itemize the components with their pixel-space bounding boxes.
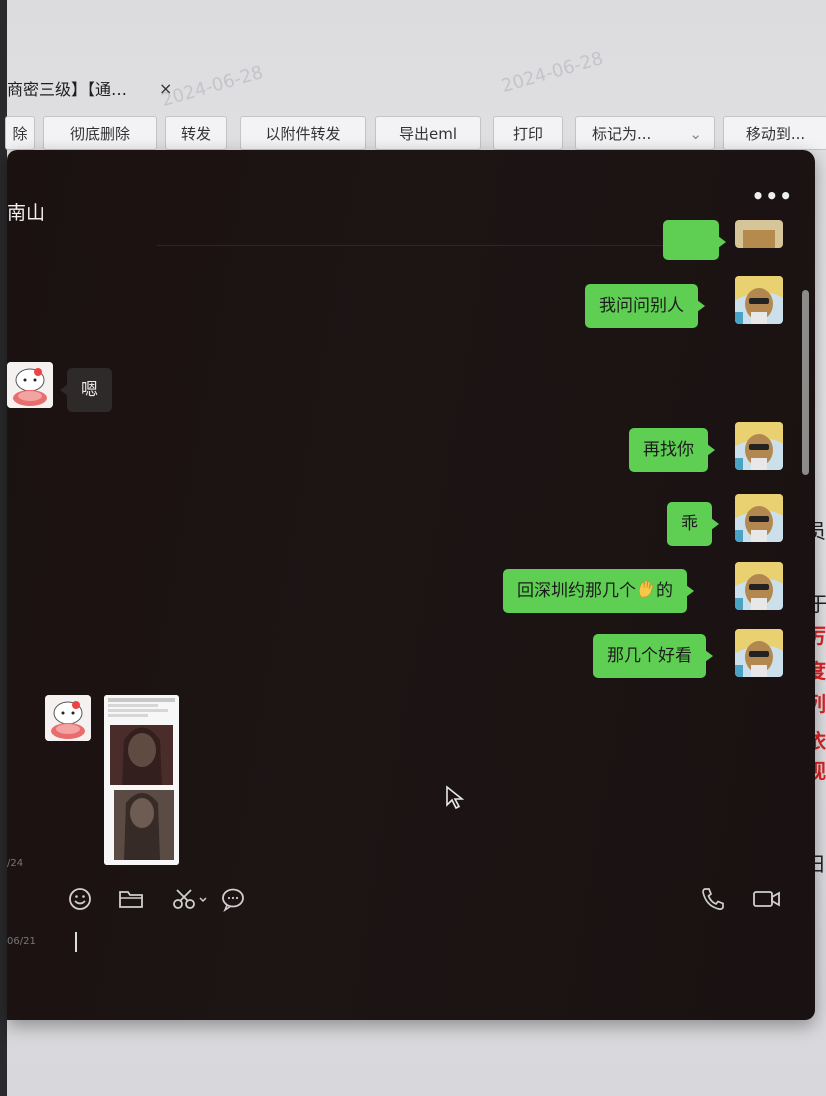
avatar-image [735, 276, 783, 324]
message-text: 乖 [681, 514, 698, 534]
avatar-other[interactable] [7, 362, 53, 408]
header-divider [157, 245, 717, 246]
avatar-me[interactable] [735, 276, 783, 324]
message-text: 的 [656, 581, 673, 601]
date-label: 06/21 [7, 936, 36, 947]
message-text: 我问问别人 [599, 296, 684, 316]
message-bubble[interactable]: 乖 [667, 502, 719, 546]
scrollbar[interactable] [802, 290, 809, 475]
image-message[interactable] [104, 695, 179, 865]
print-button[interactable]: 打印 [493, 116, 563, 150]
chat-bubble-icon[interactable] [219, 886, 247, 912]
avatar-me[interactable] [735, 422, 783, 470]
video-icon[interactable] [751, 886, 783, 912]
message-bubble[interactable]: 再找你 [629, 428, 715, 472]
permanent-delete-button[interactable]: 彻底删除 [43, 116, 157, 150]
screen-edge [0, 0, 7, 1096]
avatar-image [735, 494, 783, 542]
phone-icon[interactable] [699, 886, 727, 912]
message-bubble[interactable]: 那几个好看 [593, 634, 713, 678]
more-options-icon[interactable]: ••• [752, 184, 793, 208]
emoji-icon[interactable] [67, 886, 93, 912]
delete-button[interactable]: 除 [5, 116, 35, 150]
export-eml-button[interactable]: 导出eml [375, 116, 481, 150]
message-text: 嗯 [81, 380, 98, 400]
hello-kitty-avatar [45, 695, 91, 741]
avatar-other[interactable] [45, 695, 91, 741]
message-text: 再找你 [643, 440, 694, 460]
avatar-me[interactable] [735, 494, 783, 542]
message-text: 那几个好看 [607, 646, 692, 666]
date-label: /24 [7, 858, 24, 869]
mail-tab-title: 商密三级】【通… [7, 80, 128, 99]
avatar-image [735, 220, 783, 248]
avatar-image [735, 562, 783, 610]
message-bubble[interactable]: 回深圳约那几个 的 [503, 569, 694, 613]
forward-as-attachment-button[interactable]: 以附件转发 [240, 116, 366, 150]
chevron-down-icon: ⌄ [689, 125, 702, 143]
avatar-me[interactable] [735, 562, 783, 610]
chat-window: 南山 ••• 我问问别人 嗯 再找你 乖 回深圳约那几个 的 那几个好看 /24… [7, 150, 815, 1020]
message-text: 回深圳约那几个 [517, 581, 636, 601]
mark-as-label: 标记为... [592, 125, 652, 143]
watermark: 2024-06-28 [499, 47, 606, 98]
move-to-button[interactable]: 移动到... [723, 116, 826, 150]
message-bubble[interactable]: 嗯 [60, 368, 112, 412]
input-toolbar [67, 886, 807, 916]
waving-hand-icon [638, 580, 654, 598]
text-input-caret[interactable] [75, 932, 77, 952]
avatar-image [735, 629, 783, 677]
mail-tab[interactable]: 商密三级】【通… × [7, 76, 172, 100]
mark-as-dropdown[interactable]: 标记为... ⌄ [575, 116, 715, 150]
photo-collage [104, 695, 179, 865]
watermark: 2024-06-28 [159, 61, 266, 112]
avatar-image [735, 422, 783, 470]
avatar-me[interactable] [735, 629, 783, 677]
mouse-pointer-icon [446, 785, 465, 810]
scissors-icon[interactable] [171, 886, 211, 912]
avatar-me[interactable] [735, 220, 783, 248]
forward-button[interactable]: 转发 [165, 116, 227, 150]
message-bubble-partial[interactable] [663, 220, 726, 260]
hello-kitty-avatar [7, 362, 53, 408]
message-bubble[interactable]: 我问问别人 [585, 284, 705, 328]
folder-icon[interactable] [117, 886, 145, 912]
contact-name: 南山 [7, 202, 46, 224]
